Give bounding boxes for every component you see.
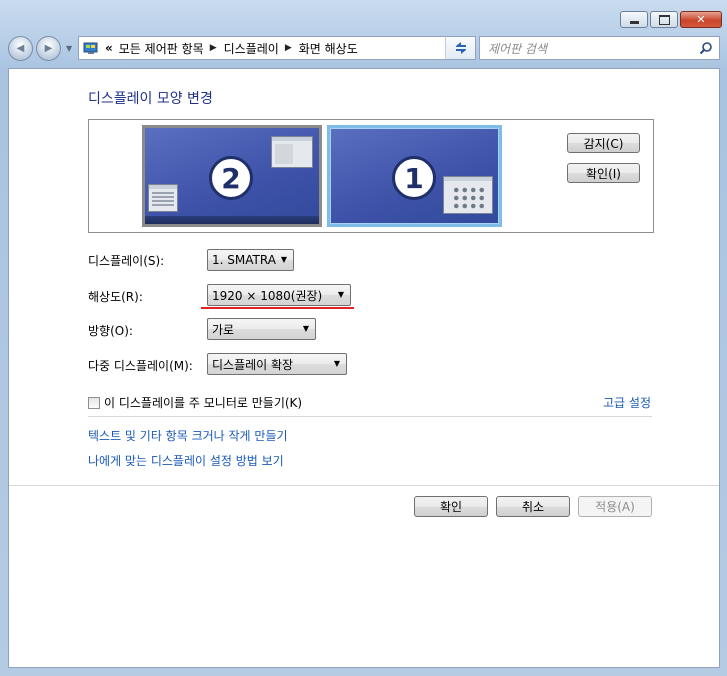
search-placeholder: 제어판 검색	[488, 41, 548, 56]
chevron-down-icon: ▼	[302, 324, 309, 333]
minimize-icon	[629, 21, 639, 24]
orientation-value: 가로	[212, 322, 235, 337]
refresh-button[interactable]	[445, 36, 476, 60]
close-icon: ✕	[696, 13, 706, 26]
monitor-number-1: 1	[392, 156, 436, 200]
search-box[interactable]: 제어판 검색	[479, 36, 720, 60]
text-size-link[interactable]: 텍스트 및 기타 항목 크거나 작게 만들기	[88, 427, 288, 444]
close-button[interactable]: ✕	[680, 11, 722, 28]
breadcrumb-overflow[interactable]: «	[105, 41, 113, 55]
identify-button[interactable]: 확인(I)	[567, 163, 640, 183]
breadcrumb-display[interactable]: 디스플레이	[224, 40, 279, 57]
back-arrow-icon: ◀	[16, 43, 25, 54]
breadcrumb-separator-icon[interactable]: ▶	[285, 43, 292, 53]
multiple-displays-label: 다중 디스플레이(M):	[88, 359, 193, 373]
breadcrumb-screen-resolution[interactable]: 화면 해상도	[299, 40, 358, 57]
orientation-label: 방향(O):	[88, 324, 133, 338]
monitor-1[interactable]: 1	[327, 125, 502, 227]
resolution-select[interactable]: 1920 × 1080(권장) ▼	[207, 284, 351, 306]
multiple-displays-select[interactable]: 디스플레이 확장 ▼	[207, 353, 347, 375]
monitor-arrangement: 2 1 감지(C) 확인(I)	[88, 119, 654, 233]
control-panel-window: ✕ ◀ ▶ ▼ « 모든 제어판 항목 ▶ 디스플레이 ▶ 화면 해상도 제어판…	[0, 0, 727, 676]
resolution-value: 1920 × 1080(권장)	[212, 288, 323, 303]
make-main-display-option[interactable]: 이 디스플레이를 주 모니터로 만들기(K)	[88, 394, 302, 411]
app-thumbnail-icon	[148, 184, 178, 212]
maximize-icon	[658, 14, 670, 25]
refresh-icon	[455, 42, 466, 54]
ok-button[interactable]: 확인	[414, 496, 488, 517]
divider	[88, 416, 652, 417]
highlight-underline	[201, 307, 354, 309]
resolution-label: 해상도(R):	[88, 290, 143, 304]
breadcrumb-all-items[interactable]: 모든 제어판 항목	[119, 40, 204, 57]
chevron-down-icon: ▼	[333, 359, 340, 368]
recent-pages-dropdown-icon[interactable]: ▼	[66, 44, 72, 53]
taskbar-thumbnail	[145, 216, 319, 224]
display-help-link[interactable]: 나에게 맞는 디스플레이 설정 방법 보기	[88, 452, 284, 469]
display-select[interactable]: 1. SMATRA ▼	[207, 249, 294, 271]
control-panel-icon	[83, 42, 99, 55]
search-icon[interactable]	[699, 41, 713, 55]
address-bar[interactable]: « 모든 제어판 항목 ▶ 디스플레이 ▶ 화면 해상도 ▼	[78, 36, 476, 60]
minimize-button[interactable]	[620, 11, 648, 28]
navigation-bar: ◀ ▶ ▼ « 모든 제어판 항목 ▶ 디스플레이 ▶ 화면 해상도 ▼	[8, 36, 720, 62]
chevron-down-icon: ▼	[337, 290, 344, 299]
advanced-settings-link[interactable]: 고급 설정	[603, 394, 651, 411]
back-button[interactable]: ◀	[8, 36, 33, 61]
cancel-button[interactable]: 취소	[496, 496, 570, 517]
forward-button[interactable]: ▶	[36, 36, 61, 61]
caption-buttons: ✕	[620, 11, 724, 28]
calculator-thumbnail-icon	[443, 176, 493, 214]
multiple-displays-value: 디스플레이 확장	[212, 357, 294, 372]
maximize-button[interactable]	[650, 11, 678, 28]
monitor-number-2: 2	[209, 156, 253, 200]
breadcrumb-separator-icon[interactable]: ▶	[210, 43, 217, 53]
detect-button[interactable]: 감지(C)	[567, 133, 640, 153]
window-thumbnail-icon	[271, 136, 313, 168]
orientation-select[interactable]: 가로 ▼	[207, 318, 316, 340]
display-value: 1. SMATRA	[212, 253, 276, 267]
page-title: 디스플레이 모양 변경	[88, 91, 213, 107]
display-label: 디스플레이(S):	[88, 254, 165, 268]
make-main-display-label[interactable]: 이 디스플레이를 주 모니터로 만들기(K)	[104, 394, 302, 411]
footer-divider	[9, 485, 719, 486]
content-pane: 디스플레이 모양 변경 2 1 감지(C) 확인(I) 디스플레이(S): 1.…	[8, 68, 720, 668]
forward-arrow-icon: ▶	[44, 43, 53, 54]
make-main-display-checkbox[interactable]	[88, 396, 100, 409]
chevron-down-icon: ▼	[280, 255, 287, 264]
monitor-2[interactable]: 2	[142, 125, 322, 227]
apply-button[interactable]: 적용(A)	[578, 496, 652, 517]
